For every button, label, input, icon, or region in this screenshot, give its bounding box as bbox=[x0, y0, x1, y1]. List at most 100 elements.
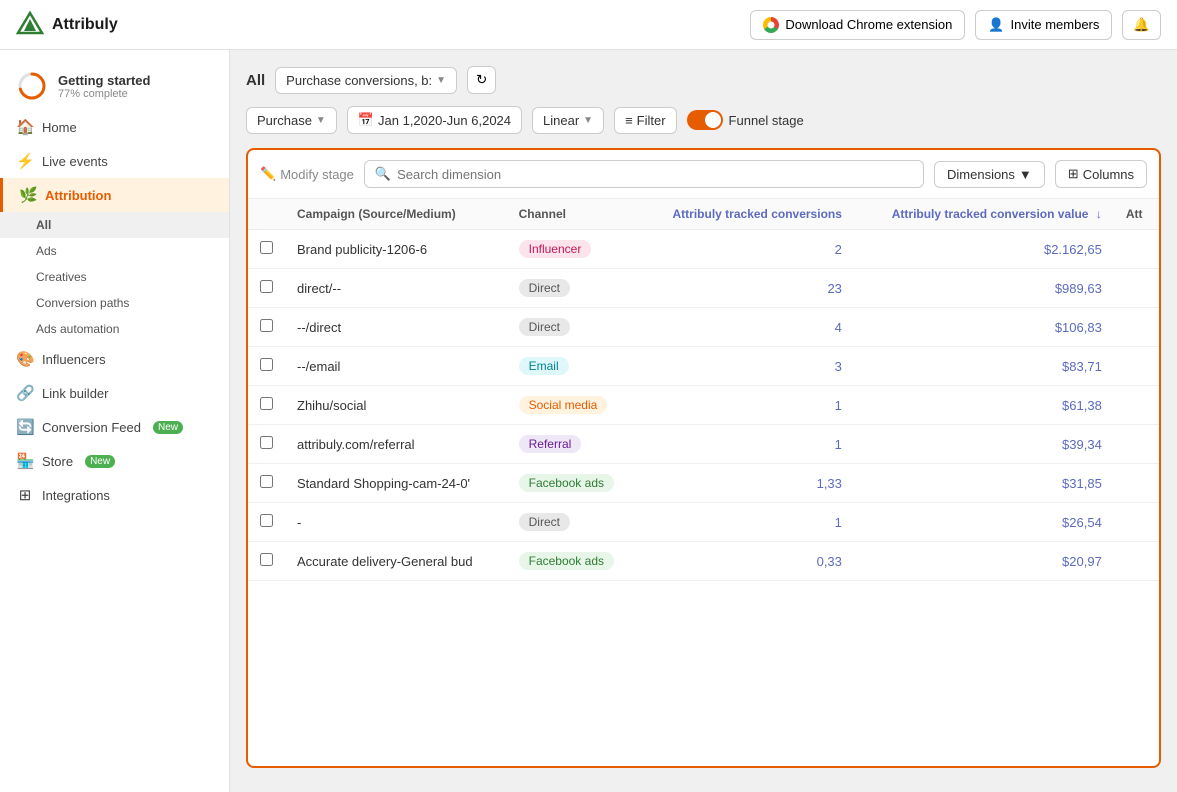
conversion-count: 1 bbox=[835, 437, 842, 452]
attribution-table: Campaign (Source/Medium) Channel Attribu… bbox=[248, 199, 1159, 581]
search-box: 🔍 bbox=[364, 160, 924, 188]
sidebar-influencers-label: Influencers bbox=[42, 352, 106, 367]
conversion-count: 1 bbox=[835, 398, 842, 413]
columns-grid-icon: ⊞ bbox=[1068, 166, 1079, 182]
purchase-conversions-filter[interactable]: Purchase conversions, b: ▼ bbox=[275, 67, 457, 94]
conversion-value: $83,71 bbox=[1062, 359, 1102, 374]
sidebar-item-influencers[interactable]: 🎨 Influencers bbox=[0, 342, 229, 376]
channel-badge: Direct bbox=[519, 279, 570, 297]
filter-label: Filter bbox=[637, 113, 666, 128]
table-header: Campaign (Source/Medium) Channel Attribu… bbox=[248, 199, 1159, 230]
attribuly-header-label: Att bbox=[1126, 207, 1143, 221]
table-scroll-area[interactable]: Campaign (Source/Medium) Channel Attribu… bbox=[248, 199, 1159, 581]
row-channel: Email bbox=[507, 347, 640, 386]
date-range-filter[interactable]: 📅 Jan 1,2020-Jun 6,2024 bbox=[347, 106, 522, 134]
row-checkbox[interactable] bbox=[260, 397, 273, 410]
row-attribuly bbox=[1114, 308, 1159, 347]
row-checkbox-cell bbox=[248, 230, 285, 269]
attribution-model-filter[interactable]: Linear ▼ bbox=[532, 107, 604, 134]
row-conversions: 4 bbox=[639, 308, 854, 347]
row-attribuly bbox=[1114, 542, 1159, 581]
row-conversions: 2 bbox=[639, 230, 854, 269]
table-body: Brand publicity-1206-6 Influencer 2 $2.1… bbox=[248, 230, 1159, 581]
row-conversions: 1 bbox=[639, 503, 854, 542]
sidebar-sub-item-conversion-paths[interactable]: Conversion paths bbox=[0, 290, 229, 316]
row-campaign: Brand publicity-1206-6 bbox=[285, 230, 507, 269]
channel-badge: Facebook ads bbox=[519, 474, 614, 492]
row-checkbox[interactable] bbox=[260, 319, 273, 332]
filter-icon: ≡ bbox=[625, 113, 633, 128]
funnel-stage-toggle[interactable] bbox=[687, 110, 723, 130]
conversion-value: $31,85 bbox=[1062, 476, 1102, 491]
row-checkbox[interactable] bbox=[260, 514, 273, 527]
sidebar-item-live-events[interactable]: ⚡ Live events bbox=[0, 144, 229, 178]
notification-bell-button[interactable]: 🔔 bbox=[1122, 10, 1161, 40]
pencil-icon: ✏️ bbox=[260, 166, 276, 182]
sidebar-sub-item-all[interactable]: All bbox=[0, 212, 229, 238]
row-value: $39,34 bbox=[854, 425, 1114, 464]
row-checkbox-cell bbox=[248, 503, 285, 542]
sidebar-item-home[interactable]: 🏠 Home bbox=[0, 110, 229, 144]
channel-badge: Email bbox=[519, 357, 569, 375]
sidebar-item-conversion-feed[interactable]: 🔄 Conversion Feed New bbox=[0, 410, 229, 444]
header-tracked-conversions: Attribuly tracked conversions bbox=[639, 199, 854, 230]
conversion-count: 2 bbox=[835, 242, 842, 257]
link-builder-icon: 🔗 bbox=[16, 384, 34, 402]
sidebar-sub-item-ads[interactable]: Ads bbox=[0, 238, 229, 264]
sidebar-sub-item-creatives[interactable]: Creatives bbox=[0, 264, 229, 290]
invite-members-button[interactable]: 👤 Invite members bbox=[975, 10, 1112, 40]
sidebar-item-store[interactable]: 🏪 Store New bbox=[0, 444, 229, 478]
table-row: Brand publicity-1206-6 Influencer 2 $2.1… bbox=[248, 230, 1159, 269]
conversion-value: $989,63 bbox=[1055, 281, 1102, 296]
row-checkbox[interactable] bbox=[260, 280, 273, 293]
header-campaign: Campaign (Source/Medium) bbox=[285, 199, 507, 230]
row-checkbox[interactable] bbox=[260, 358, 273, 371]
columns-button[interactable]: ⊞ Columns bbox=[1055, 160, 1147, 188]
top-navigation: Attribuly Download Chrome extension 👤 In… bbox=[0, 0, 1177, 50]
sidebar-live-events-label: Live events bbox=[42, 154, 108, 169]
invite-btn-label: Invite members bbox=[1011, 17, 1100, 32]
row-conversions: 1 bbox=[639, 386, 854, 425]
row-attribuly bbox=[1114, 269, 1159, 308]
conversion-value: $39,34 bbox=[1062, 437, 1102, 452]
row-value: $106,83 bbox=[854, 308, 1114, 347]
conversion-value: $26,54 bbox=[1062, 515, 1102, 530]
sidebar-item-link-builder[interactable]: 🔗 Link builder bbox=[0, 376, 229, 410]
channel-badge: Direct bbox=[519, 318, 570, 336]
header-tracked-value: Attribuly tracked conversion value ↓ bbox=[854, 199, 1114, 230]
progress-info: Getting started 77% complete bbox=[58, 73, 150, 100]
search-icon: 🔍 bbox=[375, 166, 391, 182]
table-row: attribuly.com/referral Referral 1 $39,34 bbox=[248, 425, 1159, 464]
getting-started-label: Getting started bbox=[58, 73, 150, 88]
row-value: $26,54 bbox=[854, 503, 1114, 542]
row-campaign: --/email bbox=[285, 347, 507, 386]
channel-badge: Referral bbox=[519, 435, 582, 453]
row-checkbox[interactable] bbox=[260, 553, 273, 566]
filter-button[interactable]: ≡ Filter bbox=[614, 107, 676, 134]
header-checkbox-cell bbox=[248, 199, 285, 230]
row-checkbox[interactable] bbox=[260, 436, 273, 449]
sidebar-item-attribution[interactable]: 🌿 Attribution bbox=[0, 178, 229, 212]
header-channel: Channel bbox=[507, 199, 640, 230]
purchase-label: Purchase bbox=[257, 113, 312, 128]
sidebar-sub-item-ads-automation[interactable]: Ads automation bbox=[0, 316, 229, 342]
purchase-button[interactable]: Purchase ▼ bbox=[246, 107, 337, 134]
dropdown-arrow-icon: ▼ bbox=[436, 75, 446, 86]
modify-stage-button[interactable]: ✏️ Modify stage bbox=[260, 166, 354, 182]
refresh-button[interactable]: ↻ bbox=[467, 66, 496, 94]
chrome-extension-button[interactable]: Download Chrome extension bbox=[750, 10, 965, 40]
tracked-value-header-label: Attribuly tracked conversion value bbox=[892, 207, 1089, 221]
search-input[interactable] bbox=[397, 167, 913, 182]
row-value: $61,38 bbox=[854, 386, 1114, 425]
conversion-count: 1,33 bbox=[817, 476, 842, 491]
row-checkbox-cell bbox=[248, 386, 285, 425]
row-checkbox[interactable] bbox=[260, 241, 273, 254]
row-channel: Social media bbox=[507, 386, 640, 425]
progress-percentage: 77% complete bbox=[58, 88, 150, 100]
row-channel: Facebook ads bbox=[507, 542, 640, 581]
row-value: $83,71 bbox=[854, 347, 1114, 386]
dimensions-button[interactable]: Dimensions ▼ bbox=[934, 161, 1045, 188]
sidebar-item-integrations[interactable]: ⊞ Integrations bbox=[0, 478, 229, 512]
columns-label: Columns bbox=[1083, 167, 1134, 182]
row-checkbox[interactable] bbox=[260, 475, 273, 488]
